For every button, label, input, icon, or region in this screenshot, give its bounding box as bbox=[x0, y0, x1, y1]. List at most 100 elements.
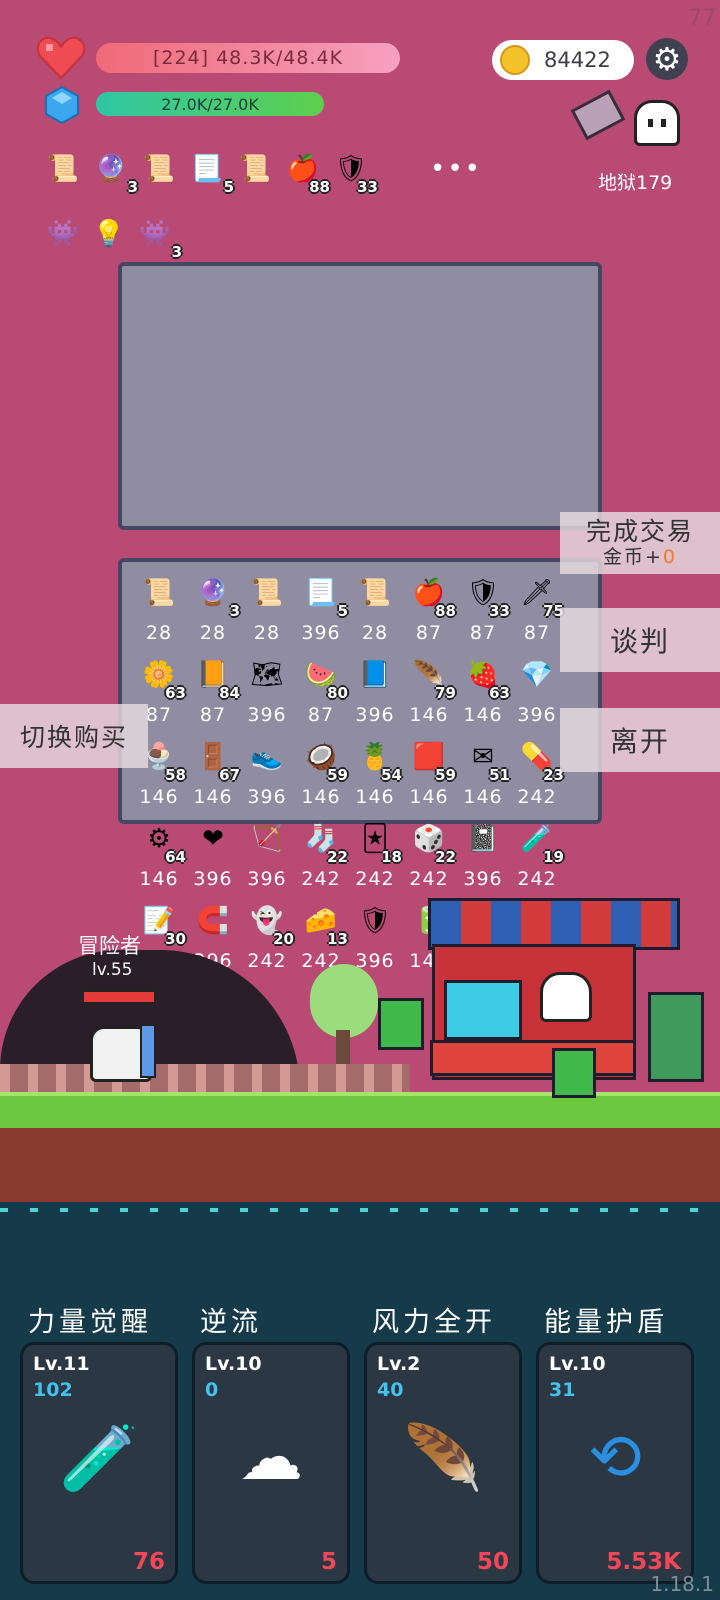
shop-item[interactable]: 🍉 80 bbox=[302, 656, 348, 702]
shop-item[interactable]: 🎲 22 bbox=[410, 820, 456, 866]
shop-item-count: 19 bbox=[543, 848, 564, 866]
shop-item-price: 87 bbox=[523, 622, 551, 644]
shop-item[interactable]: 🟥 59 bbox=[410, 738, 456, 784]
skill-card[interactable]: Lv.11 102 🧪 76 bbox=[20, 1342, 178, 1584]
shop-item[interactable]: 💎 bbox=[518, 656, 556, 694]
inventory-item[interactable]: 📜 bbox=[236, 150, 274, 188]
shop-item-price: 396 bbox=[517, 704, 557, 726]
shop-item-count: 54 bbox=[381, 766, 402, 784]
coin-icon bbox=[500, 45, 530, 75]
shop-item[interactable]: 🛡 33 bbox=[464, 574, 510, 620]
shop-item-count: 79 bbox=[435, 684, 456, 702]
shop-item[interactable]: 📙 84 bbox=[194, 656, 240, 702]
shop-item[interactable]: 👟 bbox=[248, 738, 286, 776]
inventory-item[interactable]: 💡 bbox=[90, 215, 128, 253]
shop-item[interactable]: 🍓 63 bbox=[464, 656, 510, 702]
shop-item-price: 396 bbox=[247, 704, 287, 726]
coin-gain-value: 0 bbox=[662, 546, 677, 568]
shop-item[interactable]: ❤ bbox=[194, 820, 232, 858]
fence bbox=[0, 1064, 410, 1092]
shop-item[interactable]: 📓 bbox=[464, 820, 502, 858]
item-icon: 📜 bbox=[238, 154, 272, 184]
shop-item[interactable]: 🌼 63 bbox=[140, 656, 186, 702]
merchant-ghost[interactable] bbox=[540, 972, 592, 1022]
skill-card[interactable]: Lv.2 40 🪶 50 bbox=[364, 1342, 522, 1584]
shop-item[interactable]: 📜 bbox=[140, 574, 178, 612]
shop-item[interactable]: 📃 5 bbox=[302, 574, 348, 620]
player-name: 冒险者 bbox=[78, 934, 141, 958]
shop-item-price: 396 bbox=[355, 704, 395, 726]
shop-item[interactable]: 📝 30 bbox=[140, 902, 186, 948]
more-items-button[interactable]: ••• bbox=[430, 154, 482, 184]
skill-level: Lv.11 bbox=[33, 1353, 90, 1375]
shop-item[interactable]: 🚪 67 bbox=[194, 738, 240, 784]
shop-item-icon: 🏹 bbox=[250, 824, 284, 854]
mana-bar: 27.0K/27.0K bbox=[96, 92, 324, 116]
potion-icon: 🧪 bbox=[59, 1422, 139, 1496]
shop-item[interactable]: 📘 bbox=[356, 656, 394, 694]
shop-item[interactable]: 🧲 bbox=[194, 902, 232, 940]
coin-amount: 84422 bbox=[544, 48, 611, 72]
inventory-item[interactable]: 📜 bbox=[44, 150, 82, 188]
inventory-item[interactable]: 🍎 88 bbox=[284, 150, 330, 196]
cleaver-icon[interactable] bbox=[570, 89, 626, 141]
shop-item[interactable]: 💊 23 bbox=[518, 738, 564, 784]
item-count: 3 bbox=[127, 178, 138, 196]
skill-card[interactable]: Lv.10 0 ☁ 5 bbox=[192, 1342, 350, 1584]
sword-icon bbox=[140, 1024, 156, 1078]
shop-item[interactable]: ⚙ 64 bbox=[140, 820, 186, 866]
skill-card[interactable]: Lv.10 31 ⟲ 5.53K bbox=[536, 1342, 694, 1584]
skill-title: 能量护盾 bbox=[544, 1307, 668, 1338]
settings-gear-button[interactable]: ⚙ bbox=[646, 38, 688, 80]
shop-item[interactable]: 🍎 88 bbox=[410, 574, 456, 620]
feather-icon: 🪶 bbox=[403, 1422, 483, 1496]
shop-item[interactable]: 👻 20 bbox=[248, 902, 294, 948]
shop-item[interactable]: 🧪 19 bbox=[518, 820, 564, 866]
shop-item[interactable]: 🧀 13 bbox=[302, 902, 348, 948]
shop-item[interactable]: 🏹 bbox=[248, 820, 286, 858]
shop-item[interactable]: 🛡 bbox=[356, 902, 394, 940]
inventory-item[interactable]: 📃 5 bbox=[188, 150, 234, 196]
inventory-item[interactable]: 🔮 3 bbox=[92, 150, 138, 196]
shop-item-price: 146 bbox=[463, 704, 503, 726]
shop-item[interactable]: 🃏 18 bbox=[356, 820, 402, 866]
shop-item[interactable]: 🪶 79 bbox=[410, 656, 456, 702]
shop-item-count: 64 bbox=[165, 848, 186, 866]
negotiate-button[interactable]: 谈判 bbox=[560, 608, 720, 672]
inventory-item[interactable]: 👾 bbox=[44, 215, 82, 253]
item-icon: 📜 bbox=[142, 154, 176, 184]
hp-bar: [224] 48.3K/48.4K bbox=[96, 43, 400, 73]
shop-item-price: 146 bbox=[139, 786, 179, 808]
shop-item[interactable]: 🗡 75 bbox=[518, 574, 564, 620]
leave-button[interactable]: 离开 bbox=[560, 708, 720, 772]
inventory-item[interactable]: 👾 3 bbox=[136, 215, 182, 261]
skill-level: Lv.10 bbox=[549, 1353, 606, 1375]
item-icon: 📜 bbox=[46, 154, 80, 184]
inventory-item[interactable]: 🛡 33 bbox=[332, 150, 378, 196]
shop-item-price: 28 bbox=[253, 622, 281, 644]
shop-item-price: 146 bbox=[409, 704, 449, 726]
skill-cost: 5 bbox=[320, 1549, 337, 1575]
shop-item[interactable]: 🧦 22 bbox=[302, 820, 348, 866]
fps-counter: 77 bbox=[688, 6, 716, 31]
player-level: lv.55 bbox=[92, 960, 133, 980]
shop-item[interactable]: 🥥 59 bbox=[302, 738, 348, 784]
item-count: 88 bbox=[309, 178, 330, 196]
inventory-item[interactable]: 📜 bbox=[140, 150, 178, 188]
shop-item[interactable]: 🗺 bbox=[248, 656, 286, 694]
switch-buy-button[interactable]: 切换购买 bbox=[0, 704, 148, 768]
shop-item-count: 84 bbox=[219, 684, 240, 702]
shop-item[interactable]: 📜 bbox=[356, 574, 394, 612]
shop-item[interactable]: 🔮 3 bbox=[194, 574, 240, 620]
shop-item[interactable]: 📜 bbox=[248, 574, 286, 612]
skill-count: 0 bbox=[205, 1379, 219, 1401]
shop-item[interactable]: 🍍 54 bbox=[356, 738, 402, 784]
shop-item-price: 87 bbox=[469, 622, 497, 644]
skill-cost: 76 bbox=[132, 1549, 165, 1575]
shop-item-count: 3 bbox=[229, 602, 240, 620]
merchant-ghost-avatar[interactable] bbox=[634, 100, 680, 146]
shop-item-price: 396 bbox=[301, 622, 341, 644]
shop-item-price: 396 bbox=[463, 868, 503, 890]
complete-trade-button[interactable]: 完成交易 金币+0 bbox=[560, 512, 720, 574]
shop-item[interactable]: ✉ 51 bbox=[464, 738, 510, 784]
